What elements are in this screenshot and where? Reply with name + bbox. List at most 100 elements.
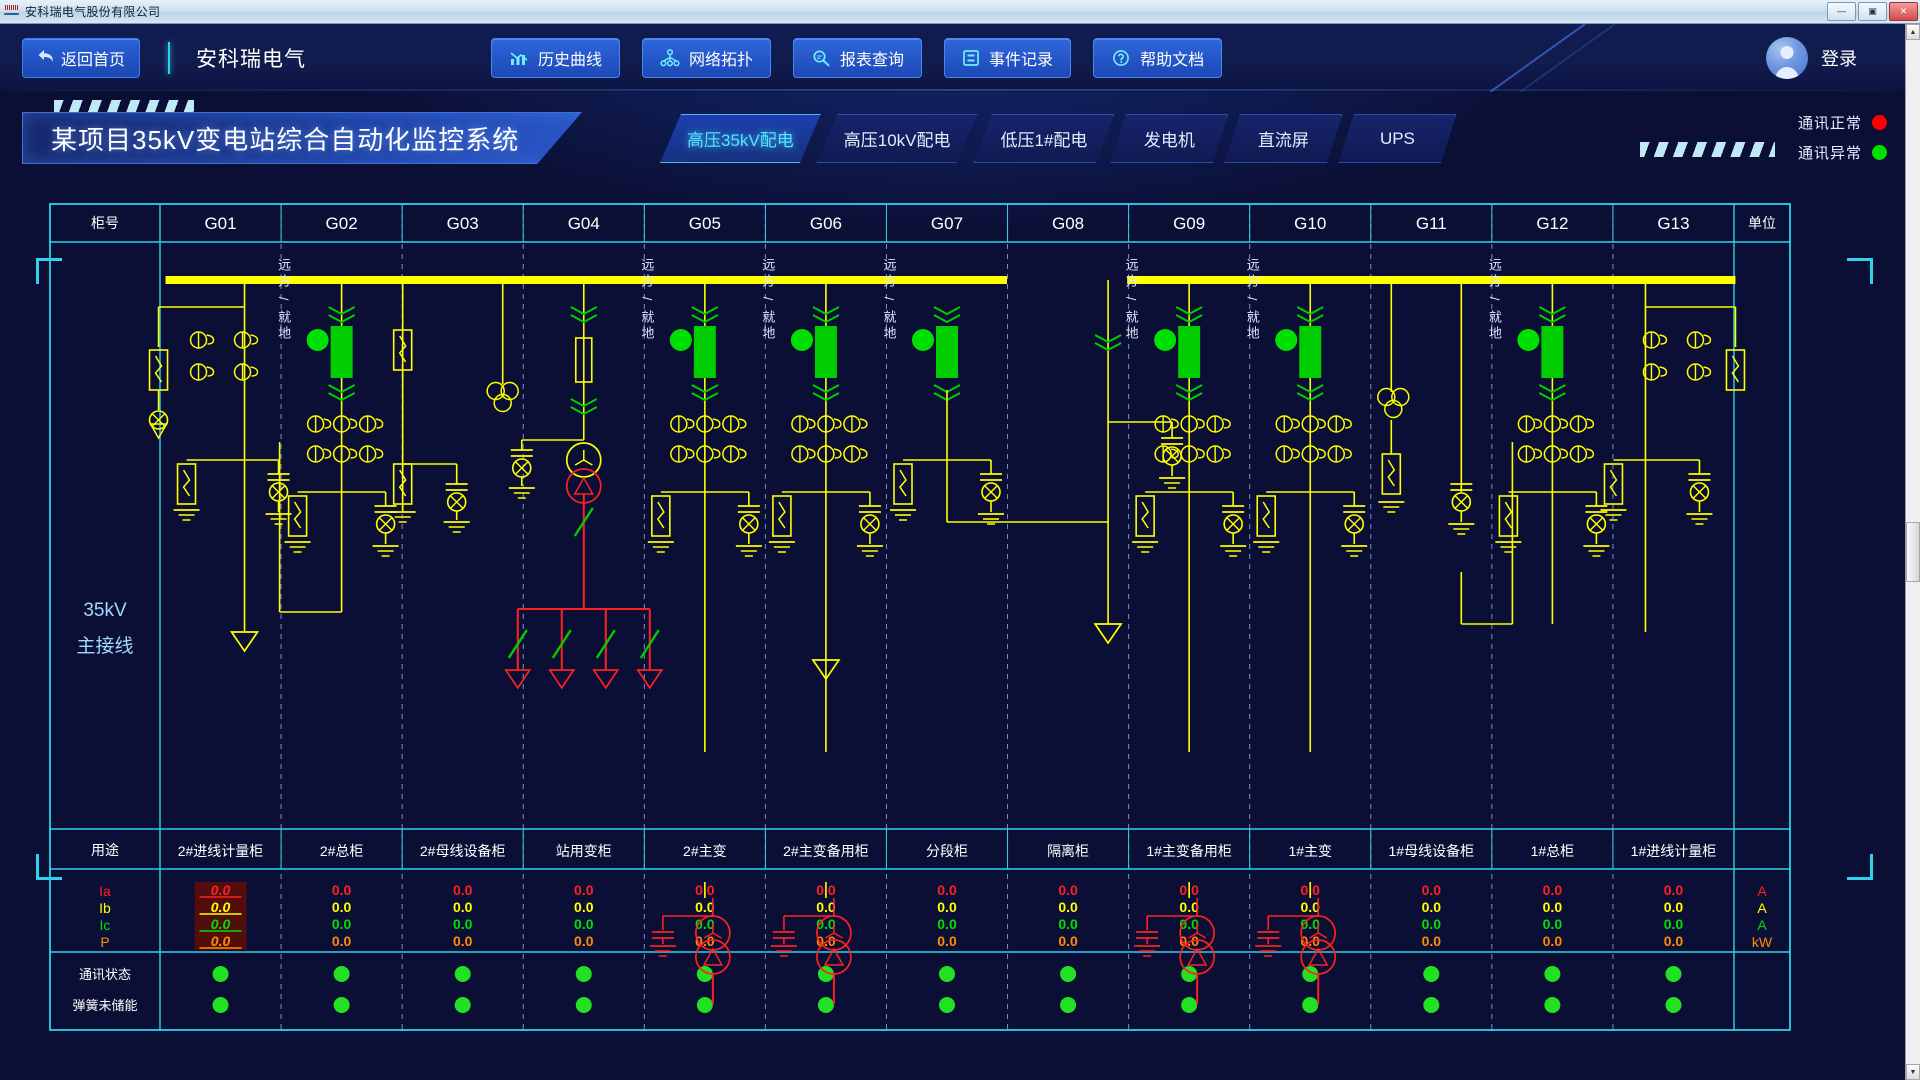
tab-ups[interactable]: UPS <box>1338 114 1457 163</box>
maximize-button[interactable]: ▣ <box>1858 2 1887 21</box>
value-G02-P[interactable]: 0.0 <box>332 933 352 949</box>
value-G04-Ic[interactable]: 0.0 <box>574 916 594 932</box>
nav-help-doc-button[interactable]: 帮助文档 <box>1093 37 1223 78</box>
comm-indicator-G04[interactable] <box>575 966 592 982</box>
spring-indicator-G03[interactable] <box>454 997 471 1013</box>
value-G03-Ia[interactable]: 0.0 <box>453 882 473 898</box>
user-login-area[interactable]: 登录 <box>1766 24 1857 92</box>
lamp-G07[interactable] <box>912 329 934 351</box>
value-G12-Ic[interactable]: 0.0 <box>1543 916 1563 932</box>
lamp-G06[interactable] <box>790 329 813 351</box>
comm-indicator-G11[interactable] <box>1423 966 1440 982</box>
value-G03-P[interactable]: 0.0 <box>453 933 473 949</box>
lamp-G02[interactable] <box>306 329 329 351</box>
value-G01-Ic[interactable]: 0.0 <box>211 916 231 932</box>
value-G12-Ia[interactable]: 0.0 <box>1543 882 1563 898</box>
value-G08-Ia[interactable]: 0.0 <box>1058 882 1078 898</box>
scroll-track-top[interactable] <box>1906 40 1920 522</box>
value-G08-Ic[interactable]: 0.0 <box>1058 916 1078 932</box>
lamp-G12[interactable] <box>1517 329 1540 351</box>
spring-indicator-G06[interactable] <box>817 997 834 1013</box>
breaker-G10[interactable] <box>1299 326 1322 378</box>
breaker-G12[interactable] <box>1541 326 1564 378</box>
value-G07-P[interactable]: 0.0 <box>937 933 957 949</box>
value-G07-Ia[interactable]: 0.0 <box>937 882 957 898</box>
minimize-button[interactable]: — <box>1827 2 1856 21</box>
comm-indicator-G07[interactable] <box>939 966 955 982</box>
tab-dc-panel[interactable]: 直流屏 <box>1224 114 1343 163</box>
value-G13-Ia[interactable]: 0.0 <box>1664 882 1684 898</box>
value-G04-Ia[interactable]: 0.0 <box>574 882 594 898</box>
breaker-G07[interactable] <box>936 326 958 378</box>
lamp-G10[interactable] <box>1275 329 1298 351</box>
value-G07-Ib[interactable]: 0.0 <box>937 899 957 915</box>
spring-indicator-G13[interactable] <box>1665 997 1682 1013</box>
diagram-svg[interactable]: 柜号 单位 G01 G02 G03 G04 G05 G06 G07 G08 G09 G10 G11 G12… <box>0 192 1905 1072</box>
spring-indicator-G09[interactable] <box>1181 997 1198 1013</box>
comm-indicator-G02[interactable] <box>333 966 350 982</box>
spring-indicator-G05[interactable] <box>696 997 713 1013</box>
vertical-scrollbar[interactable]: ▲ ▼ <box>1905 24 1920 1080</box>
value-G12-Ib[interactable]: 0.0 <box>1543 899 1563 915</box>
lamp-G09[interactable] <box>1154 329 1177 351</box>
spring-indicator-G02[interactable] <box>333 997 350 1013</box>
value-G05-Ib[interactable]: 0.0 <box>695 899 715 915</box>
back-to-home-button[interactable]: 返回首页 <box>22 37 140 78</box>
value-G08-Ib[interactable]: 0.0 <box>1058 899 1078 915</box>
value-G13-Ib[interactable]: 0.0 <box>1664 899 1684 915</box>
value-G01-Ib[interactable]: 0.0 <box>211 899 231 915</box>
close-button[interactable]: ✕ <box>1889 2 1918 21</box>
spring-indicator-G08[interactable] <box>1060 997 1077 1013</box>
scroll-track-bottom[interactable] <box>1906 582 1920 1064</box>
value-G01-P[interactable]: 0.0 <box>211 933 231 949</box>
comm-indicator-G01[interactable] <box>212 966 229 982</box>
earth2-G03 <box>443 521 470 533</box>
value-G12-P[interactable]: 0.0 <box>1543 933 1563 949</box>
lamp-G05[interactable] <box>669 329 692 351</box>
spring-indicator-G12[interactable] <box>1544 997 1561 1013</box>
tab-lv-1[interactable]: 低压1#配电 <box>973 114 1115 163</box>
value-G13-P[interactable]: 0.0 <box>1664 933 1684 949</box>
value-G11-Ic[interactable]: 0.0 <box>1422 916 1442 932</box>
comm-indicator-G08[interactable] <box>1060 966 1077 982</box>
breaker-G05[interactable] <box>693 326 716 378</box>
nav-report-query-button[interactable]: 报表查询 <box>793 37 923 78</box>
breaker-G02[interactable] <box>330 326 353 378</box>
comm-indicator-G03[interactable] <box>454 966 471 982</box>
value-G03-Ic[interactable]: 0.0 <box>453 916 473 932</box>
value-G11-P[interactable]: 0.0 <box>1422 933 1442 949</box>
tab-hv-35kv[interactable]: 高压35kV配电 <box>660 114 821 163</box>
value-G04-P[interactable]: 0.0 <box>574 933 594 949</box>
spring-indicator-G01[interactable] <box>212 997 229 1013</box>
spring-indicator-G07[interactable] <box>939 997 955 1013</box>
spring-indicator-G11[interactable] <box>1423 997 1440 1013</box>
tab-hv-10kv[interactable]: 高压10kV配电 <box>816 114 978 163</box>
value-G08-P[interactable]: 0.0 <box>1058 933 1078 949</box>
value-G09-Ib[interactable]: 0.0 <box>1179 899 1199 915</box>
value-G02-Ic[interactable]: 0.0 <box>332 916 352 932</box>
comm-indicator-G12[interactable] <box>1544 966 1561 982</box>
value-G07-Ic[interactable]: 0.0 <box>937 916 957 932</box>
comm-indicator-G13[interactable] <box>1665 966 1682 982</box>
scroll-down-arrow[interactable]: ▼ <box>1906 1064 1920 1080</box>
value-G02-Ib[interactable]: 0.0 <box>332 899 352 915</box>
value-G04-Ib[interactable]: 0.0 <box>574 899 594 915</box>
nav-event-log-button[interactable]: 事件记录 <box>944 37 1072 78</box>
value-G11-Ia[interactable]: 0.0 <box>1422 882 1442 898</box>
nav-history-curve-button[interactable]: 历史曲线 <box>491 37 621 78</box>
spring-indicator-G04[interactable] <box>575 997 592 1013</box>
value-G03-Ib[interactable]: 0.0 <box>453 899 473 915</box>
breaker-G06[interactable] <box>814 326 837 378</box>
spring-indicator-G10[interactable] <box>1302 997 1319 1013</box>
value-G01-Ia[interactable]: 0.0 <box>211 882 231 898</box>
value-G06-Ib[interactable]: 0.0 <box>816 899 836 915</box>
nav-network-topology-button[interactable]: 网络拓扑 <box>642 37 772 78</box>
value-G11-Ib[interactable]: 0.0 <box>1422 899 1442 915</box>
value-G13-Ic[interactable]: 0.0 <box>1664 916 1684 932</box>
value-G02-Ia[interactable]: 0.0 <box>332 882 352 898</box>
scroll-up-arrow[interactable]: ▲ <box>1906 24 1920 40</box>
value-G10-Ib[interactable]: 0.0 <box>1300 899 1320 915</box>
scroll-thumb[interactable] <box>1906 522 1920 582</box>
tab-generator[interactable]: 发电机 <box>1110 114 1229 163</box>
breaker-G09[interactable] <box>1178 326 1201 378</box>
